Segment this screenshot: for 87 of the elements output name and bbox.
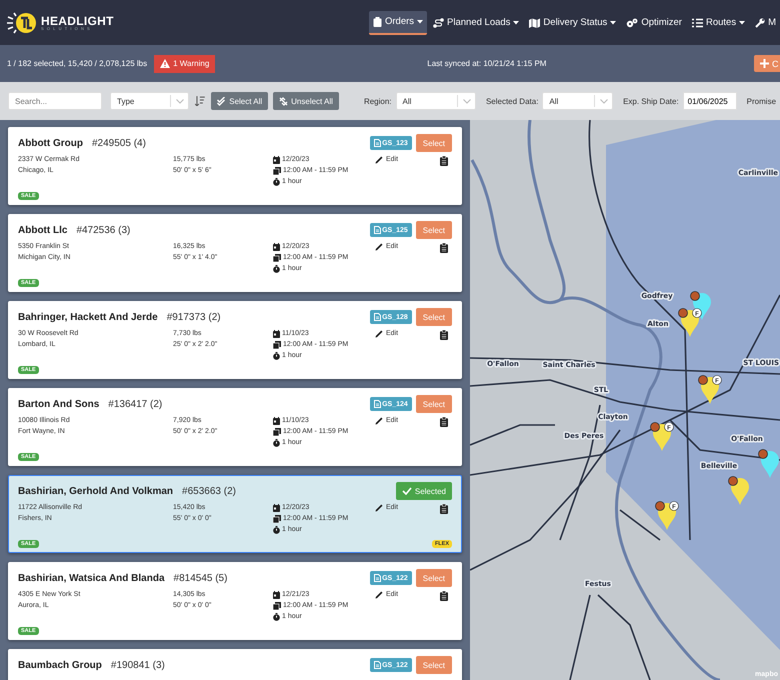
ship-date-label: Exp. Ship Date: (623, 96, 679, 106)
brand-name: HEADLIGHT (41, 14, 114, 26)
stopwatch-icon (273, 178, 280, 186)
calendar-icon (273, 156, 280, 164)
order-number: #249505 (4) (92, 138, 146, 148)
selection-summary: 1 / 182 selected, 15,420 / 2,078,125 lbs (7, 59, 148, 68)
route-icon (433, 18, 444, 28)
type-select[interactable]: Type (110, 92, 190, 110)
order-number: #653663 (2) (182, 486, 236, 496)
document-icon (374, 400, 382, 408)
double-check-icon (217, 96, 226, 106)
pencil-icon (375, 330, 383, 338)
time-window-icon (273, 167, 281, 175)
order-number: #472536 (3) (76, 224, 130, 236)
map-pin[interactable] (758, 449, 779, 478)
warning-icon (160, 59, 170, 68)
promise-label: Promise (746, 96, 776, 106)
select-all-button[interactable]: Select All (211, 92, 268, 110)
document-icon (374, 226, 382, 234)
customer-name: Barton And Sons (18, 398, 100, 410)
document-icon (374, 574, 382, 582)
pencil-icon (375, 504, 383, 512)
order-number: #917373 (2) (166, 312, 221, 322)
pencil-icon (375, 591, 383, 599)
time-window-icon (273, 515, 281, 523)
warning-button[interactable]: 1 Warning (154, 54, 216, 72)
clipboard-icon (372, 16, 382, 26)
calendar-icon (273, 591, 280, 599)
time-window-icon (273, 341, 281, 349)
selected-data-select[interactable]: All (542, 92, 614, 110)
customer-name: Abbott Group (18, 138, 83, 148)
list-icon (692, 18, 703, 28)
stopwatch-icon (273, 439, 280, 447)
order-number: #136417 (2) (108, 398, 162, 410)
nav-menu-item[interactable]: Delivery Status (525, 10, 620, 34)
calendar-icon (273, 243, 280, 251)
sort-icon[interactable] (195, 96, 206, 106)
nav-menu-item[interactable]: Planned Loads (429, 10, 524, 34)
nav-menu-item[interactable]: Orders (368, 10, 428, 34)
customer-name: Bashirian, Gerhold And Volkman (18, 486, 174, 496)
calendar-icon (273, 417, 280, 425)
time-window-icon (273, 428, 281, 436)
pencil-icon (375, 417, 383, 425)
check-icon (402, 487, 412, 495)
stopwatch-icon (273, 265, 280, 273)
chevron-down-icon (600, 98, 608, 104)
region-select[interactable]: All (396, 92, 476, 110)
pencil-icon (375, 243, 383, 251)
stopwatch-icon (273, 352, 280, 360)
clipboard-icon[interactable] (440, 156, 448, 166)
stopwatch-icon (273, 613, 280, 621)
time-window-icon (273, 254, 281, 262)
customer-name: Bashirian, Watsica And Blanda (18, 572, 165, 584)
chevron-down-icon (462, 98, 471, 104)
pencil-icon (375, 156, 383, 164)
nav-menu-item[interactable]: Routes (688, 10, 750, 34)
clipboard-icon[interactable] (440, 591, 448, 601)
customer-name: Baumbach Group (18, 660, 102, 670)
customer-name: Abbott Llc (18, 224, 68, 236)
order-number: #814545 (5) (174, 572, 228, 584)
document-icon (374, 139, 382, 147)
ship-date-field[interactable]: 01/06/2025 (682, 92, 737, 110)
map-icon (529, 18, 540, 28)
time-window-icon (273, 602, 281, 610)
clipboard-icon[interactable] (440, 504, 448, 514)
customer-name: Bahringer, Hackett And Jerde (18, 312, 158, 322)
stopwatch-icon (273, 526, 280, 534)
map-pin[interactable] (728, 476, 749, 505)
clipboard-icon[interactable] (440, 243, 448, 253)
clipboard-icon[interactable] (440, 330, 448, 340)
plus-icon (760, 59, 769, 68)
clipboard-icon[interactable] (440, 417, 448, 427)
selected-data-label: Selected Data: (486, 96, 538, 106)
unselect-all-button[interactable]: Unselect All (273, 92, 339, 110)
last-synced-text: Last synced at: 10/21/24 1:15 PM (427, 59, 546, 68)
search-field[interactable]: Search... (8, 92, 102, 110)
gears-icon (626, 18, 638, 28)
document-icon (374, 313, 382, 321)
region-label: Region: (364, 96, 392, 106)
order-number: #190841 (3) (110, 660, 165, 670)
calendar-icon (273, 504, 280, 512)
wrench-icon (755, 18, 766, 28)
nav-menu-item[interactable]: Optimizer (622, 10, 686, 34)
document-icon (374, 661, 382, 669)
calendar-icon (273, 330, 280, 338)
chevron-down-icon (176, 98, 184, 104)
nav-menu-item[interactable]: M (751, 10, 780, 34)
